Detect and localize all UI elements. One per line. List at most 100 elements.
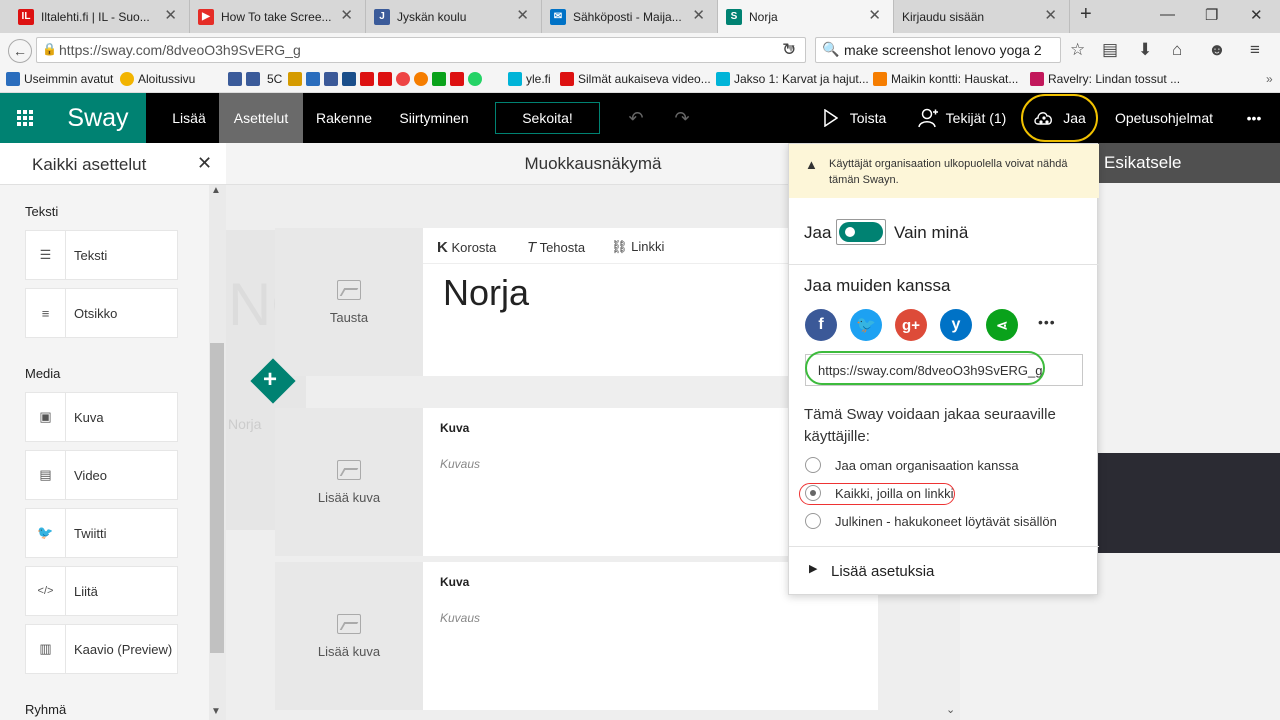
background-image-slot[interactable]: Tausta bbox=[275, 228, 423, 376]
bookmark-item[interactable]: Maikin kontti: Hauskat... bbox=[873, 72, 1018, 86]
preview-dark-band bbox=[1098, 453, 1280, 553]
menu-structure[interactable]: Rakenne bbox=[305, 93, 383, 143]
image-slot[interactable]: Lisää kuva bbox=[275, 408, 423, 556]
layout-card-heading[interactable]: ≡ Otsikko bbox=[25, 288, 178, 338]
share-label: Jaa bbox=[1063, 110, 1086, 126]
menu-layouts[interactable]: Asettelut bbox=[219, 93, 303, 143]
browser-tab[interactable]: J Jyskän koulu ✕ bbox=[366, 0, 542, 33]
radio-organization[interactable] bbox=[805, 457, 821, 473]
address-bar[interactable]: 🔒 https://sway.com/8dveoO3h9SvERG_g ▼ bbox=[36, 37, 806, 63]
bookmark-folder-icon bbox=[6, 72, 20, 86]
bookmark-item[interactable]: Jakso 1: Karvat ja hajut... bbox=[716, 72, 869, 86]
browser-tab[interactable]: ✉ Sähköposti - Maija... ✕ bbox=[542, 0, 718, 33]
tab-title: Kirjaudu sisään bbox=[902, 9, 985, 24]
bookmark-icon-strip[interactable] bbox=[288, 72, 486, 86]
layout-card-embed[interactable]: </> Liitä bbox=[25, 566, 178, 616]
tab-title: Norja bbox=[749, 9, 778, 24]
caption-input[interactable]: Kuvaus bbox=[440, 457, 480, 471]
reading-list-icon[interactable]: ▤ bbox=[1102, 41, 1118, 59]
heading-text-field[interactable]: Norja bbox=[443, 272, 529, 314]
caption-input[interactable]: Kuvaus bbox=[440, 611, 480, 625]
search-icon: 🔍 bbox=[822, 41, 840, 57]
emphasize-button[interactable]: K Korosta bbox=[437, 239, 496, 256]
browser-tab[interactable]: Kirjaudu sisään ✕ bbox=[894, 0, 1070, 33]
bookmark-icon bbox=[450, 72, 464, 86]
close-tab-icon[interactable]: ✕ bbox=[1044, 8, 1057, 24]
more-bookmarks-icon[interactable]: » bbox=[1266, 72, 1273, 86]
radio-public[interactable] bbox=[805, 513, 821, 529]
sway-favicon-icon: S bbox=[726, 8, 742, 25]
accent-button[interactable]: T Tehosta bbox=[527, 239, 585, 256]
bookmark-item[interactable]: Useimmin avatut bbox=[6, 72, 113, 86]
card-type-label: Kuva bbox=[440, 575, 470, 589]
share-toggle-row: Jaa Vain minä bbox=[789, 198, 1099, 265]
bookmark-icon-strip[interactable] bbox=[228, 72, 264, 86]
chat-icon[interactable]: ☻ bbox=[1208, 41, 1226, 59]
link-highlight-annotation bbox=[805, 351, 1045, 385]
panel-scrollbar-thumb[interactable] bbox=[210, 343, 224, 653]
menu-transition[interactable]: Siirtyminen bbox=[388, 93, 480, 143]
close-window-icon[interactable]: ✕ bbox=[1250, 6, 1263, 24]
image-slot[interactable]: Lisää kuva bbox=[275, 562, 423, 710]
bookmark-star-icon[interactable]: ☆ bbox=[1070, 41, 1085, 59]
new-tab-icon[interactable]: + bbox=[1080, 3, 1092, 26]
more-share-options-icon[interactable]: ••• bbox=[1038, 314, 1056, 330]
share-button[interactable]: Jaa bbox=[1021, 94, 1098, 142]
more-settings-toggle[interactable]: ▶ Lisää asetuksia bbox=[789, 547, 1099, 596]
external-warning: ▲ Käyttäjät organisaation ulkopuolella v… bbox=[789, 144, 1099, 198]
browser-tab[interactable]: IL Iltalehti.fi | IL - Suo... ✕ bbox=[10, 0, 190, 33]
share-cloud-icon bbox=[1034, 112, 1053, 125]
bookmarks-bar: Useimmin avatut Aloitussivu 5C yle.fi Si… bbox=[0, 67, 1280, 93]
sharing-scope-text: Tämä Sway voidaan jakaa seuraaville käyt… bbox=[804, 406, 1056, 445]
twitter-share-button[interactable]: 🐦 bbox=[850, 309, 882, 341]
generic-share-button[interactable]: ⋖ bbox=[986, 309, 1018, 341]
tutorials-button[interactable]: Opetusohjelmat bbox=[1110, 93, 1218, 143]
bookmark-item[interactable]: 5C bbox=[267, 72, 282, 86]
close-tab-icon[interactable]: ✕ bbox=[868, 8, 881, 24]
link-button[interactable]: ⛓ Linkki bbox=[611, 239, 664, 255]
layout-card-tweet[interactable]: 🐦 Twiitti bbox=[25, 508, 178, 558]
minimize-icon[interactable]: — bbox=[1160, 6, 1175, 23]
editor-scroll-down-icon[interactable]: ⌄ bbox=[946, 703, 955, 716]
facebook-share-button[interactable]: f bbox=[805, 309, 837, 341]
download-icon[interactable]: ⬇ bbox=[1138, 41, 1152, 59]
app-launcher-icon[interactable] bbox=[0, 93, 50, 143]
layout-card-image[interactable]: ▣ Kuva bbox=[25, 392, 178, 442]
browser-tab[interactable]: ▶ How To take Scree... ✕ bbox=[190, 0, 366, 33]
reload-icon[interactable]: ↻ bbox=[782, 41, 796, 59]
authors-button[interactable]: Tekijät (1) bbox=[914, 93, 1010, 143]
back-arrow-icon[interactable]: ← bbox=[8, 39, 32, 63]
bookmark-item[interactable]: Silmät aukaiseva video... bbox=[560, 72, 711, 86]
layout-card-video[interactable]: ▤ Video bbox=[25, 450, 178, 500]
bookmark-item[interactable]: Aloitussivu bbox=[120, 72, 195, 86]
close-panel-icon[interactable]: ✕ bbox=[197, 153, 212, 174]
undo-icon[interactable]: ↶ bbox=[624, 93, 648, 143]
restore-icon[interactable]: ❐ bbox=[1205, 6, 1218, 24]
layout-card-chart[interactable]: ▥ Kaavio (Preview) bbox=[25, 624, 178, 674]
search-input[interactable]: 🔍 make screenshot lenovo yoga 2 bbox=[815, 37, 1061, 63]
close-tab-icon[interactable]: ✕ bbox=[692, 8, 705, 24]
google-plus-share-button[interactable]: g+ bbox=[895, 309, 927, 341]
share-toggle-switch[interactable] bbox=[836, 219, 886, 245]
bookmark-item[interactable]: Ravelry: Lindan tossut ... bbox=[1030, 72, 1180, 86]
bookmark-item[interactable]: yle.fi bbox=[508, 72, 551, 86]
scroll-up-icon[interactable]: ▲ bbox=[211, 185, 221, 196]
shuffle-button[interactable]: Sekoita! bbox=[495, 102, 600, 134]
close-tab-icon[interactable]: ✕ bbox=[516, 8, 529, 24]
redo-icon[interactable]: ↷ bbox=[670, 93, 694, 143]
play-button[interactable]: Toista bbox=[818, 93, 892, 143]
layout-card-text[interactable]: ☰ Teksti bbox=[25, 230, 178, 280]
close-tab-icon[interactable]: ✕ bbox=[340, 8, 353, 24]
share-with-others-heading: Jaa muiden kanssa bbox=[804, 276, 951, 295]
scroll-down-icon[interactable]: ▼ bbox=[211, 706, 221, 717]
more-options-icon[interactable]: ••• bbox=[1234, 93, 1274, 143]
menu-icon[interactable]: ≡ bbox=[1250, 41, 1260, 59]
sway-logo[interactable]: Sway bbox=[50, 93, 146, 143]
yammer-share-button[interactable]: y bbox=[940, 309, 972, 341]
home-icon[interactable]: ⌂ bbox=[1172, 41, 1182, 59]
text-toolbar: K Korosta T Tehosta ⛓ Linkki bbox=[423, 228, 788, 264]
close-tab-icon[interactable]: ✕ bbox=[164, 8, 177, 24]
browser-tab-active[interactable]: S Norja ✕ bbox=[718, 0, 894, 33]
whatsapp-bookmark-icon bbox=[468, 72, 482, 86]
menu-insert[interactable]: Lisää bbox=[160, 93, 218, 143]
